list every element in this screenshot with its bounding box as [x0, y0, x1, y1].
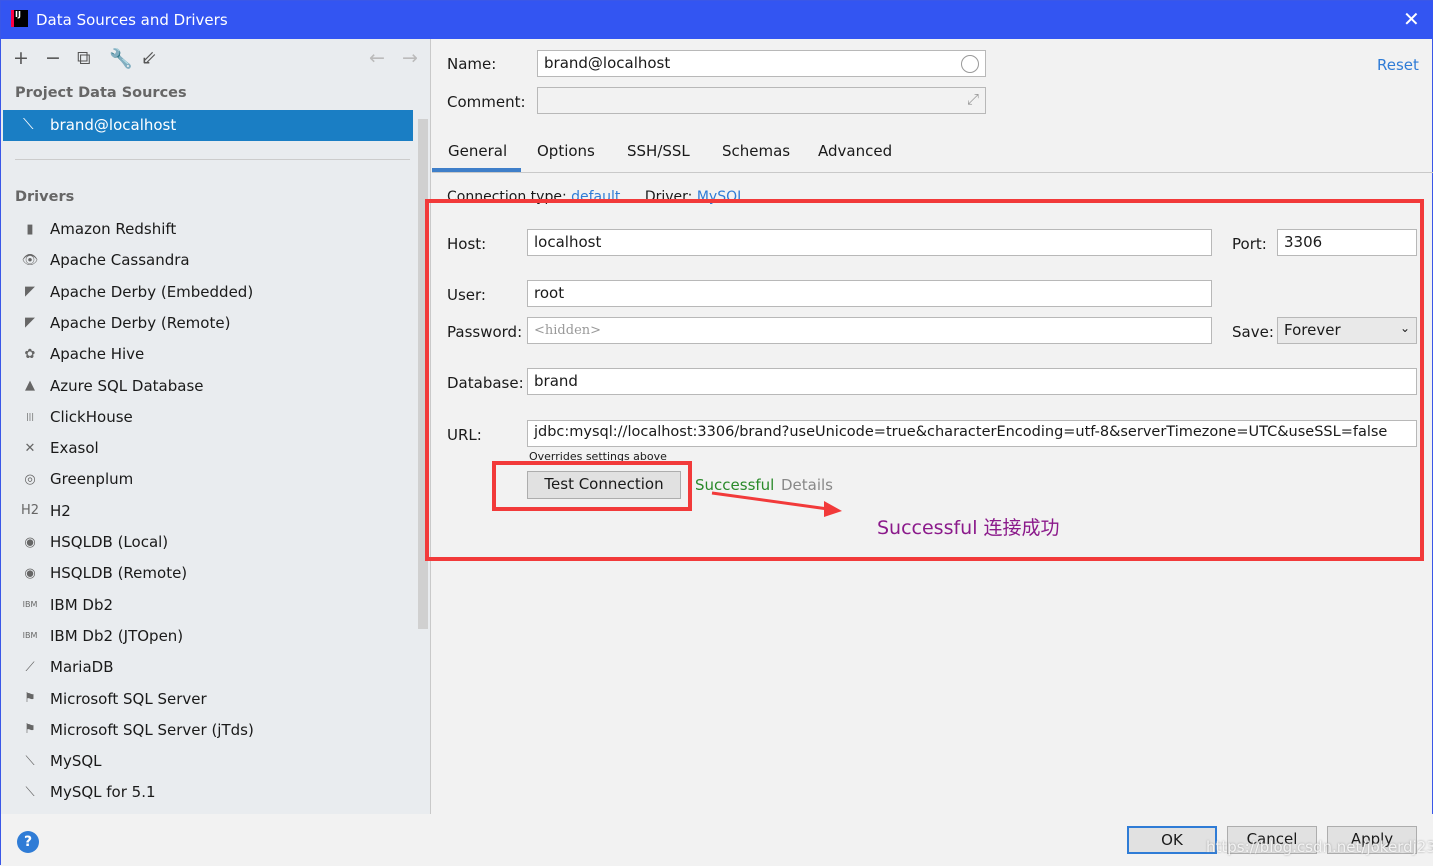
- title-bar: IJ Data Sources and Drivers ✕: [1, 1, 1433, 39]
- ok-button[interactable]: OK: [1127, 826, 1217, 854]
- project-data-sources-heading: Project Data Sources: [15, 85, 187, 101]
- driver-item[interactable]: ◎ Greenplum: [21, 464, 133, 494]
- driver-label: H2: [50, 501, 71, 520]
- tab-general[interactable]: General: [448, 142, 507, 160]
- driver-item[interactable]: ◤ Apache Derby (Embedded): [21, 277, 253, 307]
- driver-item[interactable]: ◉ HSQLDB (Local): [21, 527, 168, 557]
- driver-icon: ◤: [25, 284, 35, 300]
- forward-icon[interactable]: →: [402, 47, 418, 69]
- remove-icon[interactable]: −: [45, 47, 61, 69]
- import-icon[interactable]: ⇙: [141, 47, 157, 69]
- driver-label: Apache Derby (Remote): [50, 313, 231, 332]
- name-input[interactable]: brand@localhost: [537, 50, 986, 77]
- driver-icon: ◉: [24, 534, 36, 550]
- driver-item[interactable]: ⚑ Microsoft SQL Server: [21, 684, 207, 714]
- color-circle-icon[interactable]: [961, 55, 979, 73]
- driver-icon: ✕: [24, 440, 36, 456]
- driver-item[interactable]: H2 H2: [21, 496, 71, 526]
- driver-icon: IBM: [22, 631, 38, 641]
- driver-item[interactable]: ⟍ MySQL for 5.1: [21, 777, 156, 807]
- driver-label: Amazon Redshift: [50, 220, 177, 238]
- wrench-icon[interactable]: 🔧: [109, 47, 133, 70]
- driver-icon: ⟍: [25, 784, 35, 800]
- driver-icon: 👁: [21, 252, 39, 268]
- driver-item[interactable]: ▮ Amazon Redshift: [21, 214, 176, 244]
- comment-input[interactable]: ⤢: [537, 87, 986, 114]
- data-source-item[interactable]: ⟍ brand@localhost: [3, 110, 413, 141]
- driver-item[interactable]: ◤ Apache Derby (Remote): [21, 308, 230, 338]
- name-label: Name:: [447, 55, 497, 73]
- close-icon[interactable]: ✕: [1403, 7, 1420, 31]
- driver-item[interactable]: ⟍ MySQL: [21, 746, 102, 776]
- driver-label: Apache Derby (Embedded): [50, 282, 254, 301]
- driver-label: HSQLDB (Local): [50, 533, 169, 551]
- app-logo-icon: IJ: [11, 10, 28, 27]
- driver-label: MySQL for 5.1: [50, 783, 156, 802]
- divider: [432, 172, 1433, 173]
- driver-icon: IBM: [22, 600, 38, 610]
- driver-icon: ⚑: [24, 722, 36, 738]
- driver-item[interactable]: IBM IBM Db2 (JTOpen): [21, 621, 184, 651]
- driver-icon: ✿: [24, 346, 36, 362]
- driver-item[interactable]: ▲ Azure SQL Database: [21, 371, 204, 401]
- window-title: Data Sources and Drivers: [36, 11, 228, 29]
- tab-schemas[interactable]: Schemas: [722, 142, 790, 160]
- driver-item[interactable]: ✕ Exasol: [21, 433, 99, 463]
- tab-options[interactable]: Options: [537, 142, 595, 160]
- driver-icon: ▲: [25, 378, 35, 393]
- driver-item[interactable]: ◉ HSQLDB (Remote): [21, 558, 187, 588]
- driver-item[interactable]: IBM IBM Db2: [21, 590, 113, 620]
- driver-icon: ◎: [24, 471, 36, 487]
- driver-icon: ◉: [24, 565, 36, 581]
- driver-label: HSQLDB (Remote): [50, 564, 188, 583]
- footer: ? OK Cancel Apply https://blog.csdn.net/…: [1, 814, 1433, 866]
- driver-item[interactable]: 👁 Apache Cassandra: [21, 245, 190, 275]
- tab-ssh-ssl[interactable]: SSH/SSL: [627, 142, 690, 160]
- driver-label: Apache Cassandra: [50, 251, 190, 270]
- data-source-label: brand@localhost: [50, 116, 177, 134]
- divider: [15, 159, 410, 160]
- expand-icon[interactable]: ⤢: [967, 90, 979, 108]
- watermark: https://blog.csdn.net/jokerdj233: [1206, 838, 1433, 856]
- driver-item[interactable]: ⟋ MariaDB: [21, 652, 114, 682]
- driver-label: IBM Db2 (JTOpen): [50, 626, 184, 645]
- driver-icon: ▮: [26, 221, 34, 237]
- driver-icon: ⟋: [25, 659, 35, 675]
- mysql-icon: ⟍: [23, 115, 34, 133]
- driver-icon: ⚑: [24, 691, 36, 706]
- driver-label: Azure SQL Database: [50, 376, 204, 395]
- driver-label: Microsoft SQL Server (jTds): [50, 720, 254, 739]
- driver-label: IBM Db2: [50, 595, 114, 614]
- driver-label: Apache Hive: [50, 345, 145, 364]
- help-icon[interactable]: ?: [17, 831, 39, 853]
- driver-icon: ⟍: [25, 753, 35, 769]
- sidebar: + − ⧉ 🔧 ⇙ ← → Project Data Sources ⟍ bra…: [1, 39, 431, 814]
- driver-icon: H2: [21, 503, 40, 519]
- tab-advanced[interactable]: Advanced: [818, 142, 892, 160]
- driver-label: MariaDB: [50, 658, 114, 677]
- drivers-heading: Drivers: [15, 189, 75, 205]
- add-icon[interactable]: +: [13, 47, 29, 69]
- main-panel: Name: brand@localhost Comment: ⤢ Reset G…: [425, 39, 1433, 814]
- driver-label: MySQL: [50, 752, 102, 771]
- driver-label: Exasol: [50, 439, 99, 458]
- driver-label: ClickHouse: [50, 407, 133, 426]
- driver-label: Greenplum: [50, 470, 134, 489]
- annotation-text: Successful 连接成功: [877, 517, 1060, 539]
- reset-link[interactable]: Reset: [1377, 56, 1419, 74]
- comment-label: Comment:: [447, 93, 526, 111]
- highlight-box-test: [492, 461, 692, 511]
- driver-item[interactable]: ✿ Apache Hive: [21, 339, 145, 369]
- driver-label: Microsoft SQL Server: [50, 689, 207, 708]
- driver-item[interactable]: ||| ClickHouse: [21, 402, 133, 432]
- arrow-annotation: [711, 491, 842, 517]
- back-icon[interactable]: ←: [369, 47, 385, 69]
- driver-icon: |||: [25, 412, 35, 422]
- driver-icon: ◤: [25, 315, 35, 331]
- duplicate-icon[interactable]: ⧉: [77, 47, 91, 69]
- driver-item[interactable]: ⚑ Microsoft SQL Server (jTds): [21, 715, 254, 745]
